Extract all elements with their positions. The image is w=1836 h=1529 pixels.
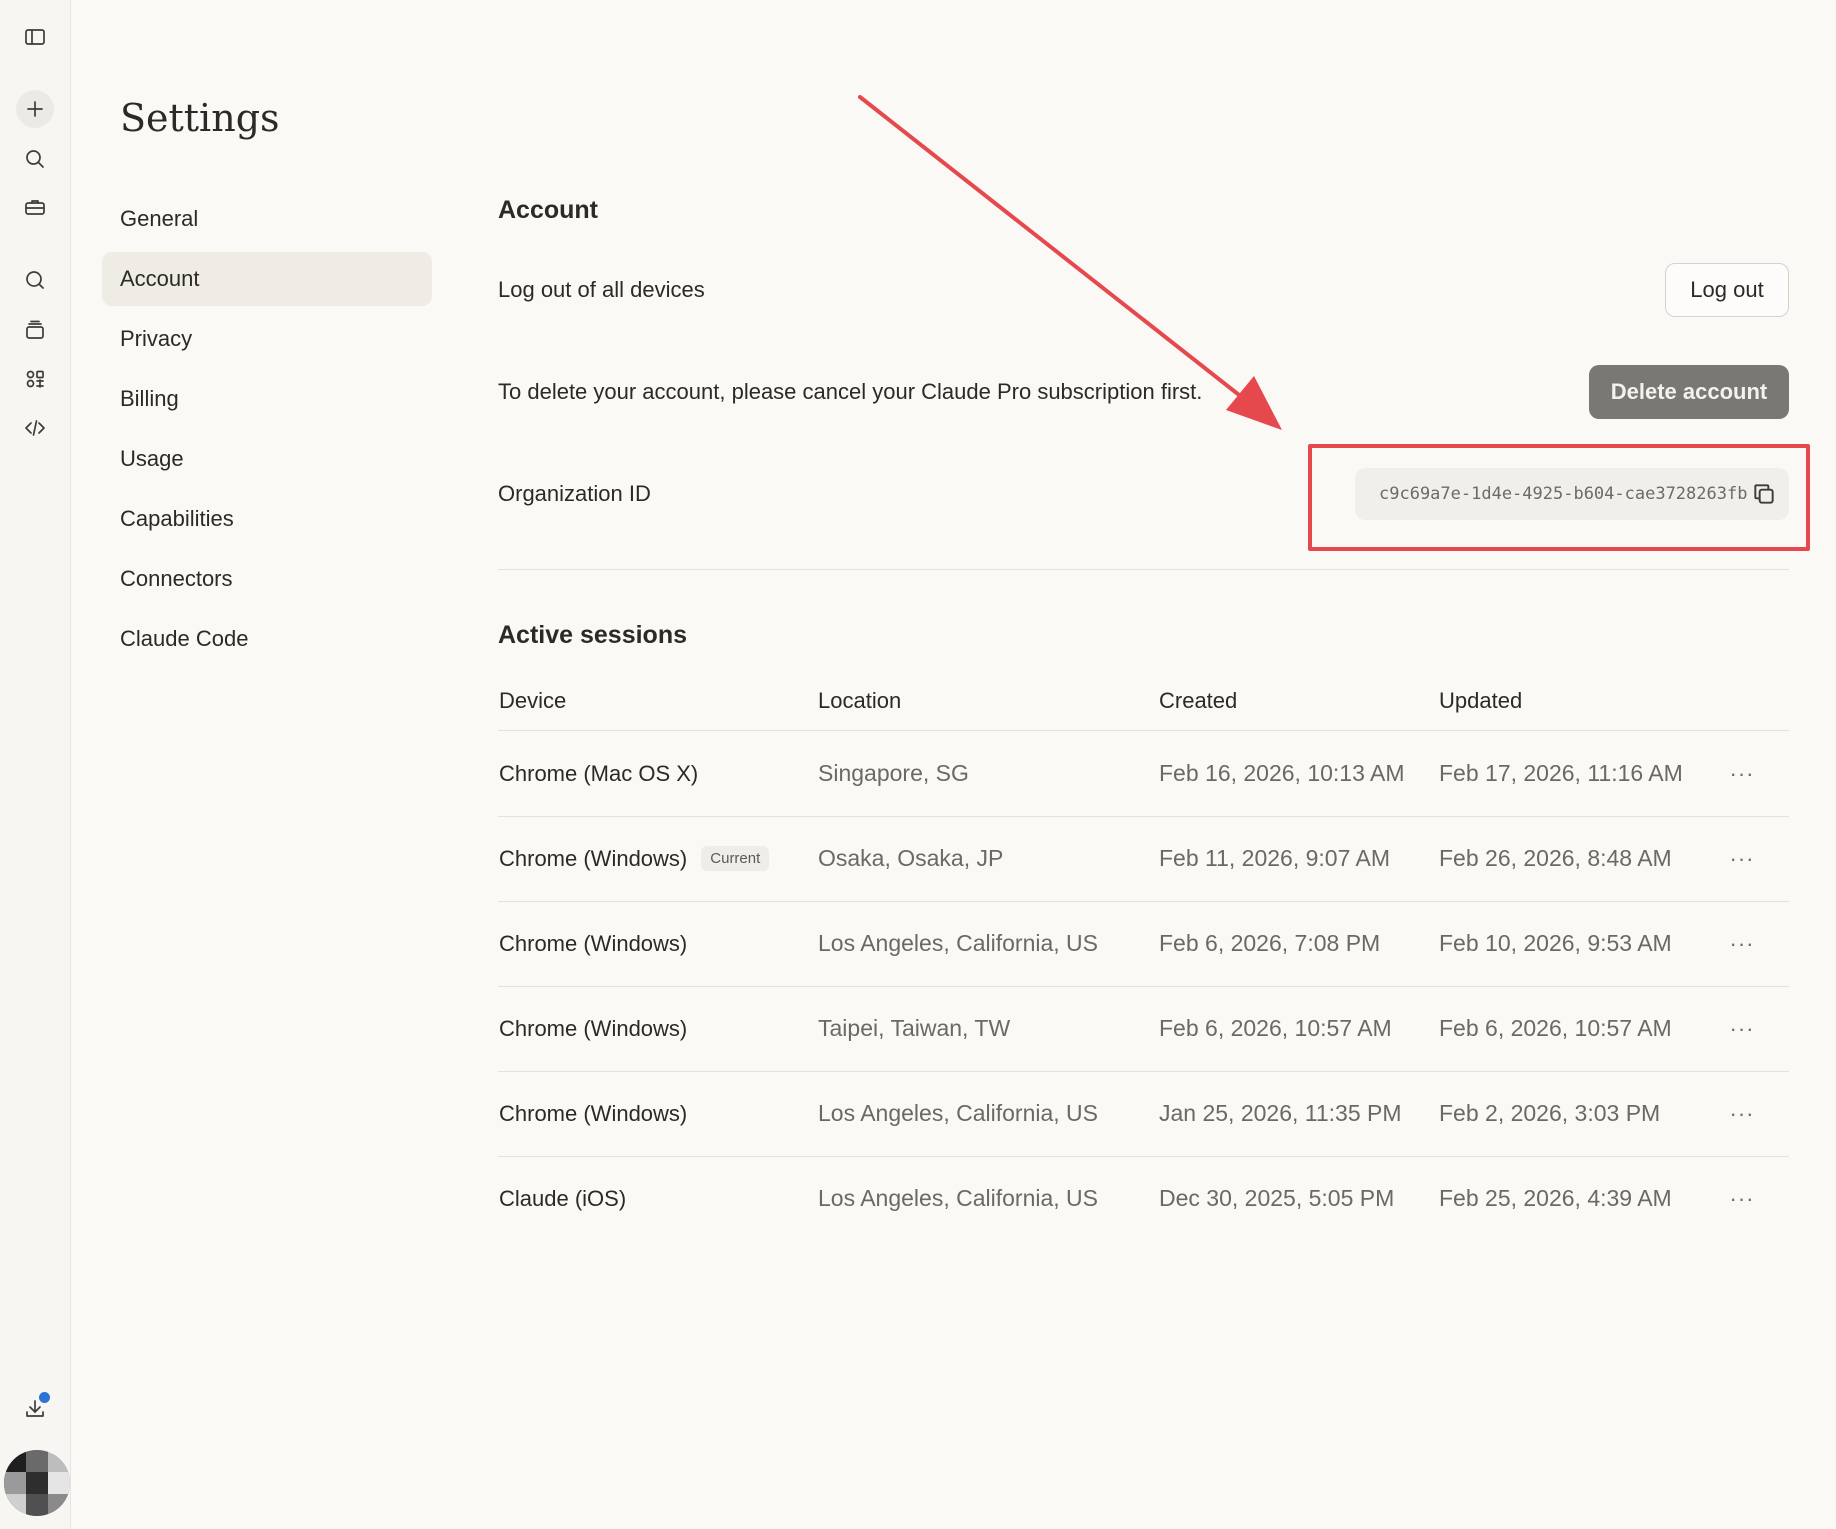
artifacts-icon[interactable] (16, 360, 54, 398)
session-updated: Feb 26, 2026, 8:48 AM (1439, 845, 1672, 871)
session-location: Los Angeles, California, US (818, 1100, 1098, 1126)
chat-icon[interactable] (16, 261, 54, 299)
page-title: Settings (120, 96, 280, 140)
icon-rail (0, 0, 71, 1529)
table-row: Chrome (Mac OS X) Singapore, SG Feb 16, … (498, 731, 1789, 816)
table-row: Chrome (Windows) Los Angeles, California… (498, 1071, 1789, 1156)
session-created: Jan 25, 2026, 11:35 PM (1159, 1100, 1402, 1126)
session-created: Feb 16, 2026, 10:13 AM (1159, 760, 1405, 786)
table-row: Chrome (Windows) Taipei, Taiwan, TW Feb … (498, 986, 1789, 1071)
plus-icon[interactable] (16, 90, 54, 128)
logout-all-label: Log out of all devices (498, 277, 705, 302)
sessions-section-title: Active sessions (498, 621, 687, 649)
session-created: Feb 6, 2026, 7:08 PM (1159, 930, 1381, 956)
search-icon[interactable] (16, 140, 54, 178)
session-updated: Feb 2, 2026, 3:03 PM (1439, 1100, 1661, 1126)
more-options-icon[interactable]: ··· (1727, 1156, 1757, 1241)
table-row: Chrome (Windows) Current Osaka, Osaka, JP… (498, 816, 1789, 901)
nav-item-general[interactable]: General (102, 192, 432, 246)
session-device: Chrome (Windows) (499, 1015, 688, 1041)
column-header-location: Location (818, 688, 902, 713)
session-device: Chrome (Windows) (499, 1100, 688, 1126)
nav-item-claude-code[interactable]: Claude Code (102, 612, 432, 666)
notification-dot (39, 1392, 50, 1403)
column-header-created: Created (1159, 688, 1238, 713)
current-badge: Current (701, 846, 770, 871)
annotation-highlight-box (1308, 444, 1810, 551)
more-options-icon[interactable]: ··· (1727, 1071, 1757, 1156)
sidebar-toggle-icon[interactable] (16, 18, 54, 56)
session-location: Singapore, SG (818, 760, 969, 786)
logout-button[interactable]: Log out (1665, 263, 1789, 317)
session-updated: Feb 25, 2026, 4:39 AM (1439, 1185, 1672, 1211)
briefcase-icon[interactable] (16, 188, 54, 226)
session-location: Los Angeles, California, US (818, 930, 1098, 956)
delete-account-button[interactable]: Delete account (1589, 365, 1789, 419)
session-created: Feb 11, 2026, 9:07 AM (1159, 845, 1391, 871)
session-device: Claude (iOS) (499, 1185, 627, 1211)
section-divider (498, 569, 1789, 570)
nav-item-privacy[interactable]: Privacy (102, 312, 432, 366)
more-options-icon[interactable]: ··· (1727, 731, 1757, 816)
session-updated: Feb 17, 2026, 11:16 AM (1439, 760, 1683, 786)
organization-id-label: Organization ID (498, 481, 651, 506)
session-updated: Feb 10, 2026, 9:53 AM (1439, 930, 1672, 956)
session-location: Los Angeles, California, US (818, 1185, 1098, 1211)
session-device: Chrome (Windows) (499, 930, 688, 956)
column-header-updated: Updated (1439, 688, 1523, 713)
session-location: Osaka, Osaka, JP (818, 845, 1004, 871)
delete-account-note: To delete your account, please cancel yo… (498, 379, 1203, 404)
account-section-title: Account (498, 196, 598, 224)
session-location: Taipei, Taiwan, TW (818, 1015, 1011, 1041)
session-created: Feb 6, 2026, 10:57 AM (1159, 1015, 1392, 1041)
column-header-device: Device (499, 688, 567, 713)
nav-item-connectors[interactable]: Connectors (102, 552, 432, 606)
download-icon[interactable] (16, 1390, 54, 1428)
table-row: Claude (iOS) Los Angeles, California, US… (498, 1156, 1789, 1241)
avatar[interactable] (4, 1450, 70, 1516)
session-created: Dec 30, 2025, 5:05 PM (1159, 1185, 1395, 1211)
code-icon[interactable] (16, 409, 54, 447)
nav-item-account[interactable]: Account (102, 252, 432, 306)
more-options-icon[interactable]: ··· (1727, 901, 1757, 986)
settings-nav: General Account Privacy Billing Usage Ca… (102, 192, 432, 672)
table-row: Chrome (Windows) Los Angeles, California… (498, 901, 1789, 986)
session-device: Chrome (Mac OS X) (499, 760, 699, 786)
projects-icon[interactable] (16, 311, 54, 349)
session-updated: Feb 6, 2026, 10:57 AM (1439, 1015, 1672, 1041)
nav-item-capabilities[interactable]: Capabilities (102, 492, 432, 546)
nav-item-billing[interactable]: Billing (102, 372, 432, 426)
more-options-icon[interactable]: ··· (1727, 816, 1757, 901)
more-options-icon[interactable]: ··· (1727, 986, 1757, 1071)
session-device: Chrome (Windows) Current (499, 816, 770, 901)
nav-item-usage[interactable]: Usage (102, 432, 432, 486)
